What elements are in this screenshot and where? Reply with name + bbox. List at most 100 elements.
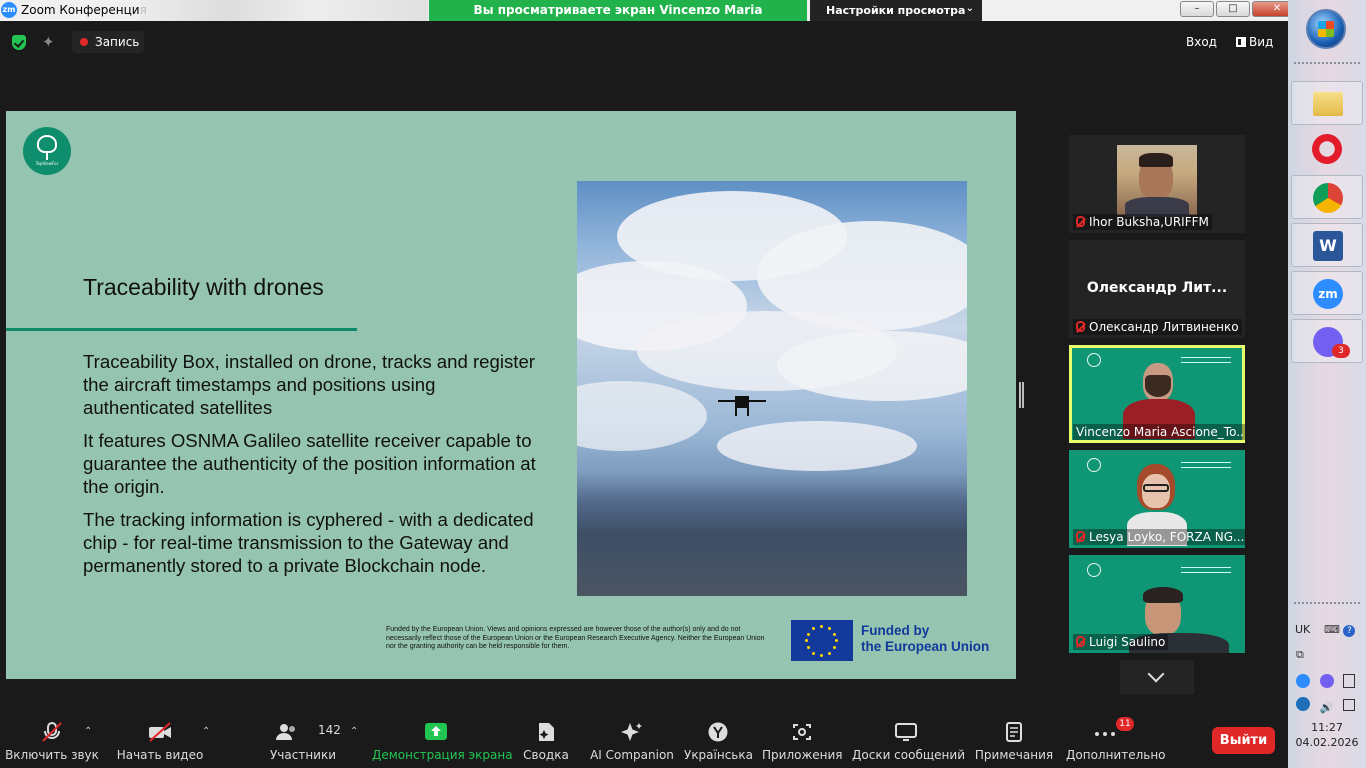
- layout-icon: [1236, 37, 1246, 47]
- chrome-logo-icon: [1313, 183, 1343, 213]
- screen-share-banner: Вы просматриваете экран Vincenzo Maria A…: [429, 0, 807, 38]
- video-options-caret[interactable]: ⌃: [202, 726, 210, 737]
- keyboard-and-help-icons[interactable]: ⌨ ?: [1324, 623, 1356, 637]
- ai-sparkle-icon: [621, 723, 642, 741]
- participant-tile[interactable]: Олександр Лит... Олександр Литвиненко: [1069, 240, 1245, 338]
- opera-icon[interactable]: [1291, 127, 1363, 171]
- slide-title: Traceability with drones: [83, 274, 324, 300]
- participant-name-text: Ihor Buksha,URIFFM: [1089, 215, 1209, 229]
- recording-label: Запись: [95, 35, 140, 49]
- cloud: [777, 331, 967, 401]
- participants-button[interactable]: 142 Участники: [262, 712, 344, 768]
- leave-button[interactable]: Выйти: [1212, 727, 1275, 754]
- eu-label-line-2: the European Union: [861, 639, 990, 654]
- participant-tile[interactable]: Ihor Buksha,URIFFM: [1069, 135, 1245, 233]
- recording-indicator[interactable]: Запись: [72, 31, 144, 53]
- volume-icon[interactable]: 🔊: [1320, 701, 1334, 714]
- view-button[interactable]: Вид: [1236, 35, 1273, 49]
- participant-tile-active-speaker[interactable]: Vincenzo Maria Ascione_To...: [1069, 345, 1245, 443]
- zoom-icon[interactable]: zm: [1291, 271, 1363, 315]
- summary-label: Сводка: [523, 748, 569, 762]
- share-screen-button[interactable]: Демонстрация экрана: [372, 712, 513, 768]
- participant-tile[interactable]: Luigi Saulino: [1069, 555, 1245, 653]
- eu-star: [807, 646, 810, 649]
- language-button[interactable]: Українська: [684, 712, 753, 768]
- participant-name: Lesya Loyko, FORZA NG...: [1073, 529, 1245, 545]
- audio-options-caret[interactable]: ⌃: [84, 726, 92, 737]
- hair: [1139, 153, 1173, 167]
- view-settings-dropdown[interactable]: Настройки просмотра ⌄: [810, 0, 982, 21]
- share-screen-label: Демонстрация экрана: [372, 748, 513, 762]
- zoom-app-icon: zm: [1, 2, 17, 18]
- display-tray-icon[interactable]: [1342, 699, 1355, 711]
- clock-time: 11:27: [1311, 721, 1343, 734]
- slide-text-thumbnail: [1181, 567, 1231, 573]
- tray-expand-icon[interactable]: ⧉: [1296, 648, 1304, 662]
- viber-icon[interactable]: 3: [1291, 319, 1363, 363]
- eu-star: [820, 625, 823, 628]
- chrome-icon[interactable]: [1291, 175, 1363, 219]
- viber-tray-icon[interactable]: [1319, 674, 1334, 688]
- ai-sparkle-icon[interactable]: ✦: [42, 33, 55, 51]
- eu-star: [835, 639, 838, 642]
- chevron-down-icon: [1147, 665, 1165, 683]
- participants-icon: [275, 724, 295, 740]
- eu-star: [807, 633, 810, 636]
- eu-funding-label: Funded by the European Union: [861, 623, 989, 655]
- windows-start-icon[interactable]: [1306, 9, 1346, 49]
- security-shield-icon[interactable]: [12, 35, 26, 50]
- apps-icon: [793, 724, 811, 740]
- view-settings-label: Настройки просмотра: [826, 4, 966, 17]
- drone-leg: [735, 408, 737, 416]
- zoom-tray-icon[interactable]: [1296, 674, 1310, 688]
- tray-icons-row-2[interactable]: 🔊: [1296, 697, 1355, 714]
- slide-text-thumbnail: [1181, 462, 1231, 468]
- participant-name-text: Luigi Saulino: [1089, 635, 1166, 649]
- windows-taskbar: W zm 3 UK ⌨ ? ⧉ 🔊 11:27 04.02.2026: [1288, 0, 1366, 768]
- network-tray-icon[interactable]: [1296, 697, 1310, 711]
- whiteboard-icon: [895, 723, 917, 741]
- start-video-label: Начать видео: [116, 748, 204, 762]
- notes-button[interactable]: Примечания: [972, 712, 1056, 768]
- enter-button[interactable]: Вход: [1186, 35, 1217, 49]
- record-dot-icon: [80, 38, 88, 46]
- explorer-icon[interactable]: [1291, 81, 1363, 125]
- language-label: Українська: [684, 748, 753, 762]
- word-icon[interactable]: W: [1291, 223, 1363, 267]
- apps-button[interactable]: Приложения: [762, 712, 843, 768]
- notes-label: Примечания: [974, 748, 1054, 762]
- blurred-background-tabs: [140, 0, 428, 21]
- gallery-scroll-down-button[interactable]: [1120, 660, 1194, 694]
- start-video-button[interactable]: Начать видео: [112, 712, 208, 768]
- participant-display-name: Олександр Лит...: [1086, 280, 1228, 296]
- language-indicator[interactable]: UK: [1295, 623, 1310, 636]
- funding-disclaimer: Funded by the European Union. Views and …: [386, 626, 765, 650]
- participant-name: Олександр Литвиненко: [1073, 319, 1242, 335]
- video-off-icon: [149, 722, 171, 742]
- summary-button[interactable]: Сводка: [516, 712, 576, 768]
- unmute-button[interactable]: Включить звук: [4, 712, 100, 768]
- participant-tile[interactable]: Lesya Loyko, FORZA NG...: [1069, 450, 1245, 548]
- shared-screen-slide: TopViewFor Traceability with drones Trac…: [6, 111, 1016, 679]
- help-icon: ?: [1343, 625, 1356, 637]
- device-tray-icon[interactable]: [1343, 674, 1355, 688]
- participant-name-text: Vincenzo Maria Ascione_To...: [1076, 425, 1245, 439]
- minimize-button[interactable]: –: [1180, 1, 1214, 17]
- whiteboards-button[interactable]: Доски сообщений: [852, 712, 965, 768]
- share-screen-icon: [425, 723, 447, 740]
- system-clock[interactable]: 11:27 04.02.2026: [1288, 720, 1366, 750]
- language-icon: [708, 722, 728, 742]
- more-button[interactable]: 11 Дополнительно: [1066, 712, 1166, 768]
- tray-icons-row[interactable]: [1296, 674, 1355, 691]
- ai-companion-button[interactable]: AI Companion: [590, 712, 674, 768]
- maximize-button[interactable]: □: [1216, 1, 1250, 17]
- clock-date: 04.02.2026: [1295, 736, 1359, 749]
- taskbar-grip: [1294, 602, 1360, 610]
- participants-count: 142: [318, 723, 341, 737]
- eu-star: [828, 652, 831, 655]
- participants-options-caret[interactable]: ⌃: [350, 726, 358, 737]
- slide-logo-thumbnail: [1087, 353, 1101, 367]
- hair: [1143, 587, 1183, 603]
- panel-resize-handle[interactable]: [1019, 382, 1024, 408]
- participant-photo: [1117, 145, 1197, 217]
